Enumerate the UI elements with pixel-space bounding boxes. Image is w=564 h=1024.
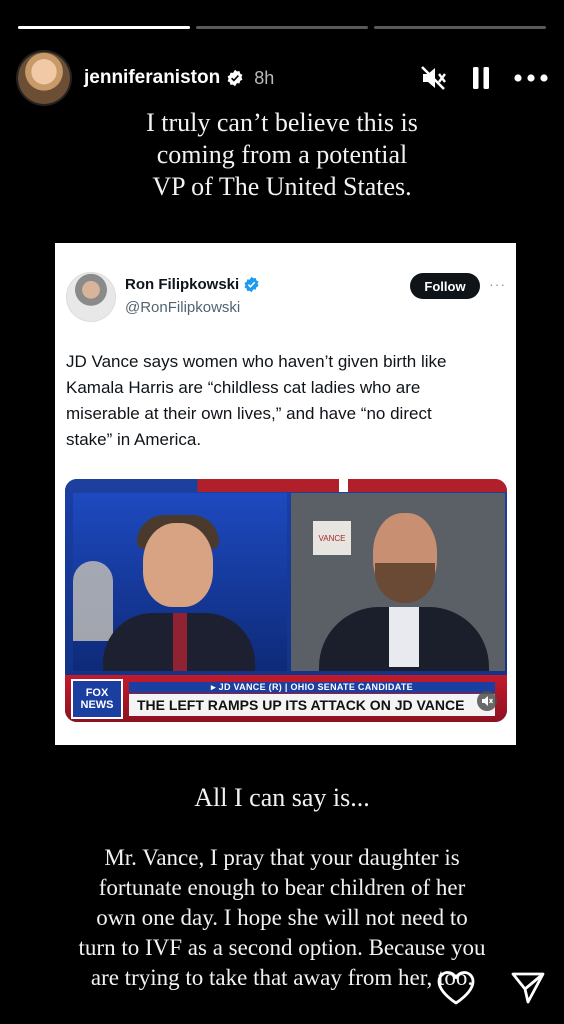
guest-beard bbox=[375, 563, 435, 603]
host-head bbox=[143, 523, 213, 607]
post-time: 8h bbox=[254, 67, 275, 88]
chyron-headline: THE LEFT RAMPS UP ITS ATTACK ON JD VANCE bbox=[129, 694, 495, 716]
header-controls bbox=[420, 65, 548, 91]
progress-segment-2 bbox=[196, 26, 368, 29]
tweet-text-line: miserable at their own lives,” and have … bbox=[66, 404, 432, 423]
story-actions bbox=[436, 970, 546, 1011]
caption-top-line: I truly can’t believe this is bbox=[146, 108, 418, 137]
fox-news-logo: FOX NEWS bbox=[71, 679, 123, 719]
story-header: jenniferaniston 8h bbox=[18, 52, 548, 104]
caption-top-line: coming from a potential bbox=[156, 140, 408, 169]
host-tie bbox=[173, 613, 187, 671]
tweet-more-icon: ··· bbox=[489, 276, 506, 292]
capitol-dome bbox=[73, 561, 113, 641]
username[interactable]: jenniferaniston bbox=[84, 67, 220, 89]
tweet-avatar bbox=[66, 272, 116, 322]
caption-bottom-line: turn to IVF as a second option. Because … bbox=[78, 935, 486, 960]
caption-middle: All I can say is... bbox=[194, 783, 370, 812]
verified-badge-icon bbox=[243, 276, 260, 293]
tweet-text-line: stake” in America. bbox=[66, 430, 202, 449]
wall-sign: VANCE bbox=[313, 521, 351, 555]
caption-bottom-line: Mr. Vance, I pray that your daughter is bbox=[104, 845, 460, 870]
verified-badge-icon bbox=[226, 69, 244, 87]
tweet-text-line: JD Vance says women who haven’t given bi… bbox=[66, 352, 447, 371]
follow-button: Follow bbox=[410, 273, 480, 299]
tweet-video: VANCE FOX NEWS ▸ JD VANCE (R) | OHIO SEN… bbox=[65, 479, 507, 722]
video-mute-icon bbox=[477, 691, 497, 711]
tweet-card[interactable]: Ron Filipkowski @RonFilipkowski Follow ·… bbox=[55, 243, 516, 745]
tweet-author-handle: @RonFilipkowski bbox=[125, 299, 241, 316]
video-panel-left bbox=[73, 493, 287, 671]
caption-top-line: VP of The United States. bbox=[152, 172, 412, 201]
more-icon[interactable] bbox=[514, 74, 548, 82]
tweet-text-line: Kamala Harris are “childless cat ladies … bbox=[66, 378, 421, 397]
tweet-text: JD Vance says women who haven’t given bi… bbox=[66, 349, 506, 453]
progress-segment-1 bbox=[18, 26, 190, 29]
chyron-subtitle: ▸ JD VANCE (R) | OHIO SENATE CANDIDATE bbox=[129, 682, 495, 693]
logo-line: NEWS bbox=[80, 699, 114, 711]
caption-bottom-line: own one day. I hope she will not need to bbox=[96, 905, 468, 930]
caption-bottom-line: fortunate enough to bear children of her bbox=[98, 875, 466, 900]
progress-fill-1 bbox=[18, 26, 190, 29]
avatar[interactable] bbox=[18, 52, 70, 104]
guest-shirt bbox=[389, 607, 419, 667]
mute-icon[interactable] bbox=[420, 65, 448, 91]
tweet-author-name-text: Ron Filipkowski bbox=[125, 276, 240, 293]
heart-icon[interactable] bbox=[436, 970, 476, 1011]
video-top-banner bbox=[65, 479, 507, 492]
video-panel-right: VANCE bbox=[291, 493, 505, 671]
progress-segment-3 bbox=[374, 26, 546, 29]
caption-top: I truly can’t believe this is coming fro… bbox=[0, 107, 564, 203]
pause-icon[interactable] bbox=[472, 66, 490, 90]
logo-line: FOX bbox=[85, 687, 109, 699]
tweet-author-name: Ron Filipkowski bbox=[125, 276, 260, 293]
share-icon[interactable] bbox=[510, 970, 546, 1011]
story-progress-bar bbox=[18, 26, 546, 29]
